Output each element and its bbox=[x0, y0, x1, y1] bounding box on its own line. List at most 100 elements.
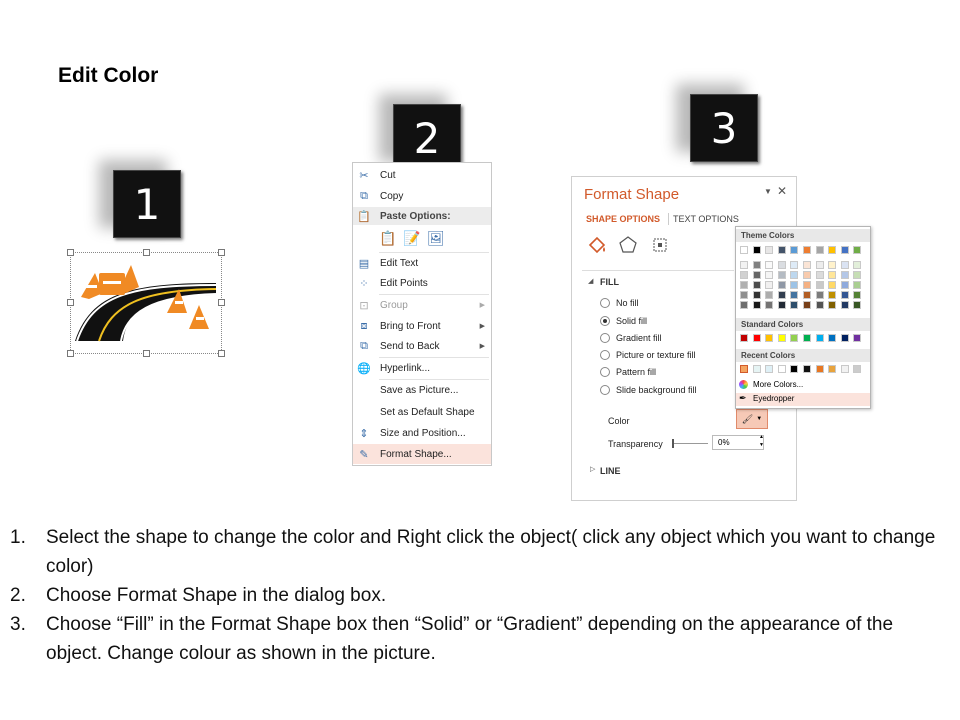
theme-color-shade-swatch[interactable] bbox=[752, 291, 761, 299]
menu-item-edit-points[interactable]: ⁘ Edit Points bbox=[353, 274, 491, 292]
fill-option-solid-fill[interactable]: Solid fill bbox=[600, 316, 647, 326]
theme-color-shade-swatch[interactable] bbox=[828, 281, 837, 289]
radio-button[interactable] bbox=[600, 333, 610, 343]
transparency-input[interactable]: 0% bbox=[712, 435, 764, 450]
recent-color-swatch[interactable] bbox=[828, 365, 837, 373]
line-expand-icon[interactable]: ▷ bbox=[590, 465, 595, 473]
theme-color-shade-swatch[interactable] bbox=[803, 291, 811, 299]
theme-color-shade-swatch[interactable] bbox=[752, 301, 761, 309]
theme-color-shade-swatch[interactable] bbox=[740, 271, 748, 279]
theme-color-shade-swatch[interactable] bbox=[815, 301, 824, 309]
theme-color-shade-swatch[interactable] bbox=[803, 271, 811, 279]
theme-color-shade-swatch[interactable] bbox=[765, 291, 774, 299]
standard-color-swatch[interactable] bbox=[828, 334, 837, 342]
menu-item-send-to-back[interactable]: ⧉ Send to Back ▶ bbox=[353, 337, 491, 355]
theme-color-shade-swatch[interactable] bbox=[740, 291, 748, 299]
size-properties-icon[interactable] bbox=[650, 235, 670, 255]
fill-color-button[interactable]: 🖌 ▼ bbox=[736, 409, 768, 429]
more-colors-item[interactable]: More Colors... bbox=[736, 379, 870, 392]
theme-color-swatch[interactable] bbox=[803, 246, 811, 254]
theme-color-swatch[interactable] bbox=[853, 246, 862, 254]
menu-item-copy[interactable]: ⧉ Copy bbox=[353, 187, 491, 205]
theme-color-shade-swatch[interactable] bbox=[803, 281, 811, 289]
menu-item-group[interactable]: ⊡ Group ▶ bbox=[353, 296, 491, 314]
tab-text-options[interactable]: TEXT OPTIONS bbox=[673, 214, 739, 224]
theme-color-shade-swatch[interactable] bbox=[752, 271, 761, 279]
theme-color-swatch[interactable] bbox=[777, 246, 786, 254]
recent-color-swatch[interactable] bbox=[752, 365, 761, 373]
standard-color-swatch[interactable] bbox=[853, 334, 862, 342]
fill-option-gradient-fill[interactable]: Gradient fill bbox=[600, 333, 662, 343]
theme-color-shade-swatch[interactable] bbox=[752, 281, 761, 289]
theme-color-shade-swatch[interactable] bbox=[853, 301, 862, 309]
theme-color-shade-swatch[interactable] bbox=[840, 261, 849, 269]
menu-item-format-shape[interactable]: ✎ Format Shape... bbox=[353, 444, 491, 464]
theme-color-shade-swatch[interactable] bbox=[803, 261, 811, 269]
theme-color-shade-swatch[interactable] bbox=[840, 281, 849, 289]
recent-color-swatch[interactable] bbox=[740, 365, 748, 373]
theme-color-shade-swatch[interactable] bbox=[815, 271, 824, 279]
standard-color-swatch[interactable] bbox=[803, 334, 811, 342]
theme-color-shade-swatch[interactable] bbox=[828, 301, 837, 309]
fill-section-header[interactable]: FILL bbox=[600, 277, 619, 287]
theme-color-shade-swatch[interactable] bbox=[740, 301, 748, 309]
pane-options-dropdown-icon[interactable]: ▼ bbox=[764, 187, 772, 196]
paste-merge-formatting-icon[interactable]: 📝 bbox=[403, 230, 421, 248]
menu-item-set-default-shape[interactable]: Set as Default Shape bbox=[353, 403, 491, 421]
theme-color-swatch[interactable] bbox=[828, 246, 837, 254]
theme-color-shade-swatch[interactable] bbox=[765, 271, 774, 279]
theme-color-shade-swatch[interactable] bbox=[790, 271, 799, 279]
spinner-down-icon[interactable]: ▼ bbox=[759, 442, 764, 448]
theme-color-shade-swatch[interactable] bbox=[765, 281, 774, 289]
recent-color-swatch[interactable] bbox=[840, 365, 849, 373]
fill-option-no-fill[interactable]: No fill bbox=[600, 298, 639, 308]
radio-button[interactable] bbox=[600, 385, 610, 395]
standard-color-swatch[interactable] bbox=[790, 334, 799, 342]
theme-color-swatch[interactable] bbox=[765, 246, 774, 254]
menu-item-cut[interactable]: ✂ Cut bbox=[353, 166, 491, 184]
effects-pentagon-icon[interactable] bbox=[618, 235, 638, 255]
fill-option-pattern-fill[interactable]: Pattern fill bbox=[600, 367, 656, 377]
theme-color-shade-swatch[interactable] bbox=[853, 281, 862, 289]
theme-color-shade-swatch[interactable] bbox=[853, 261, 862, 269]
recent-color-swatch[interactable] bbox=[815, 365, 824, 373]
menu-item-hyperlink[interactable]: 🌐 Hyperlink... bbox=[353, 359, 491, 377]
standard-color-swatch[interactable] bbox=[765, 334, 774, 342]
radio-button[interactable] bbox=[600, 298, 610, 308]
theme-color-shade-swatch[interactable] bbox=[828, 271, 837, 279]
standard-color-swatch[interactable] bbox=[777, 334, 786, 342]
standard-color-swatch[interactable] bbox=[840, 334, 849, 342]
recent-color-swatch[interactable] bbox=[790, 365, 799, 373]
theme-color-swatch[interactable] bbox=[815, 246, 824, 254]
theme-color-shade-swatch[interactable] bbox=[815, 281, 824, 289]
theme-color-shade-swatch[interactable] bbox=[803, 301, 811, 309]
theme-color-shade-swatch[interactable] bbox=[777, 291, 786, 299]
selected-road-shape[interactable] bbox=[67, 249, 225, 357]
theme-color-shade-swatch[interactable] bbox=[765, 301, 774, 309]
close-icon[interactable]: ✕ bbox=[777, 184, 787, 198]
theme-color-shade-swatch[interactable] bbox=[828, 261, 837, 269]
theme-color-shade-swatch[interactable] bbox=[840, 271, 849, 279]
spinner-up-icon[interactable]: ▲ bbox=[759, 434, 764, 440]
recent-color-swatch[interactable] bbox=[853, 365, 862, 373]
line-section-header[interactable]: LINE bbox=[600, 466, 621, 476]
recent-color-swatch[interactable] bbox=[765, 365, 774, 373]
recent-color-swatch[interactable] bbox=[777, 365, 786, 373]
menu-item-bring-to-front[interactable]: ⧈ Bring to Front ▶ bbox=[353, 317, 491, 335]
radio-button[interactable] bbox=[600, 350, 610, 360]
theme-color-swatch[interactable] bbox=[752, 246, 761, 254]
fill-collapse-icon[interactable]: ◢ bbox=[588, 277, 593, 285]
theme-color-shade-swatch[interactable] bbox=[853, 291, 862, 299]
theme-color-swatch[interactable] bbox=[840, 246, 849, 254]
tab-shape-options[interactable]: SHAPE OPTIONS bbox=[586, 214, 660, 224]
theme-color-shade-swatch[interactable] bbox=[840, 301, 849, 309]
fill-option-picture-texture[interactable]: Picture or texture fill bbox=[600, 350, 696, 360]
paste-picture-icon[interactable]: 🖼 bbox=[427, 230, 445, 248]
theme-color-shade-swatch[interactable] bbox=[790, 291, 799, 299]
theme-color-swatch[interactable] bbox=[740, 246, 748, 254]
theme-color-shade-swatch[interactable] bbox=[815, 261, 824, 269]
theme-color-shade-swatch[interactable] bbox=[815, 291, 824, 299]
theme-color-shade-swatch[interactable] bbox=[840, 291, 849, 299]
theme-color-shade-swatch[interactable] bbox=[777, 281, 786, 289]
theme-color-shade-swatch[interactable] bbox=[777, 301, 786, 309]
